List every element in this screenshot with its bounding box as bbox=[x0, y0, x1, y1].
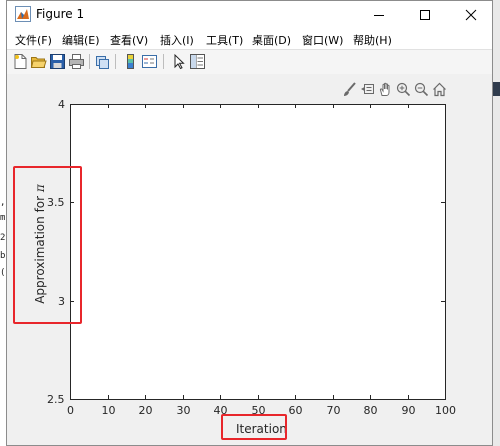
x-tick-label: 90 bbox=[401, 404, 416, 417]
menu-tools[interactable]: 工具(T) bbox=[206, 32, 243, 48]
new-figure-icon[interactable] bbox=[12, 53, 29, 70]
background-text: ( bbox=[0, 268, 6, 278]
window-title: Figure 1 bbox=[36, 7, 85, 21]
background-text: b bbox=[0, 251, 6, 261]
toolbar-separator bbox=[163, 54, 164, 69]
background-text: , bbox=[0, 198, 6, 208]
colorbar-icon[interactable] bbox=[122, 53, 139, 70]
link-plot-icon[interactable] bbox=[94, 53, 111, 70]
close-icon bbox=[465, 9, 477, 21]
property-inspector-icon[interactable] bbox=[189, 53, 206, 70]
x-tick-label: 0 bbox=[67, 404, 74, 417]
save-icon[interactable] bbox=[49, 53, 66, 70]
maximize-icon bbox=[420, 10, 430, 20]
plot-area[interactable] bbox=[70, 104, 446, 400]
x-tick-label: 80 bbox=[363, 404, 378, 417]
y-tick-label: 2.5 bbox=[47, 393, 65, 406]
home-icon[interactable] bbox=[432, 82, 447, 97]
menu-insert[interactable]: 插入(I) bbox=[160, 32, 194, 48]
minimize-button[interactable] bbox=[356, 1, 402, 29]
x-tick-label: 20 bbox=[138, 404, 153, 417]
menu-desktop[interactable]: 桌面(D) bbox=[252, 32, 291, 48]
x-tick-label: 100 bbox=[435, 404, 456, 417]
close-button[interactable] bbox=[448, 1, 494, 29]
zoom-in-icon[interactable] bbox=[396, 82, 411, 97]
menu-edit[interactable]: 编辑(E) bbox=[62, 32, 100, 48]
toolbar-separator bbox=[89, 54, 90, 69]
highlight-box-ylabel bbox=[13, 166, 82, 324]
minimize-icon bbox=[374, 15, 384, 16]
pan-icon[interactable] bbox=[378, 82, 393, 97]
x-tick-label: 30 bbox=[176, 404, 191, 417]
menu-bar: 文件(F) 编辑(E) 查看(V) 插入(I) 工具(T) 桌面(D) 窗口(W… bbox=[7, 29, 492, 49]
legend-icon[interactable] bbox=[141, 53, 158, 70]
x-tick-label: 10 bbox=[101, 404, 116, 417]
open-file-icon[interactable] bbox=[30, 53, 47, 70]
menu-file[interactable]: 文件(F) bbox=[15, 32, 52, 48]
background-text: m bbox=[0, 213, 6, 223]
matlab-figure-icon bbox=[15, 6, 31, 22]
y-tick-label: 4 bbox=[58, 98, 65, 111]
zoom-out-icon[interactable] bbox=[414, 82, 429, 97]
maximize-button[interactable] bbox=[402, 1, 448, 29]
pointer-icon[interactable] bbox=[170, 53, 187, 70]
x-tick-label: 60 bbox=[288, 404, 303, 417]
print-icon[interactable] bbox=[68, 53, 85, 70]
menu-view[interactable]: 查看(V) bbox=[110, 32, 148, 48]
background-text: 2 bbox=[0, 233, 6, 243]
highlight-box-xlabel bbox=[221, 414, 287, 440]
menu-window[interactable]: 窗口(W) bbox=[302, 32, 343, 48]
title-bar[interactable]: Figure 1 bbox=[7, 1, 492, 29]
datatip-icon[interactable] bbox=[360, 82, 375, 97]
brush-icon[interactable] bbox=[342, 82, 357, 97]
menu-help[interactable]: 帮助(H) bbox=[353, 32, 392, 48]
toolbar-separator bbox=[115, 54, 116, 69]
figure-toolbar bbox=[7, 49, 492, 75]
x-tick-label: 70 bbox=[326, 404, 341, 417]
